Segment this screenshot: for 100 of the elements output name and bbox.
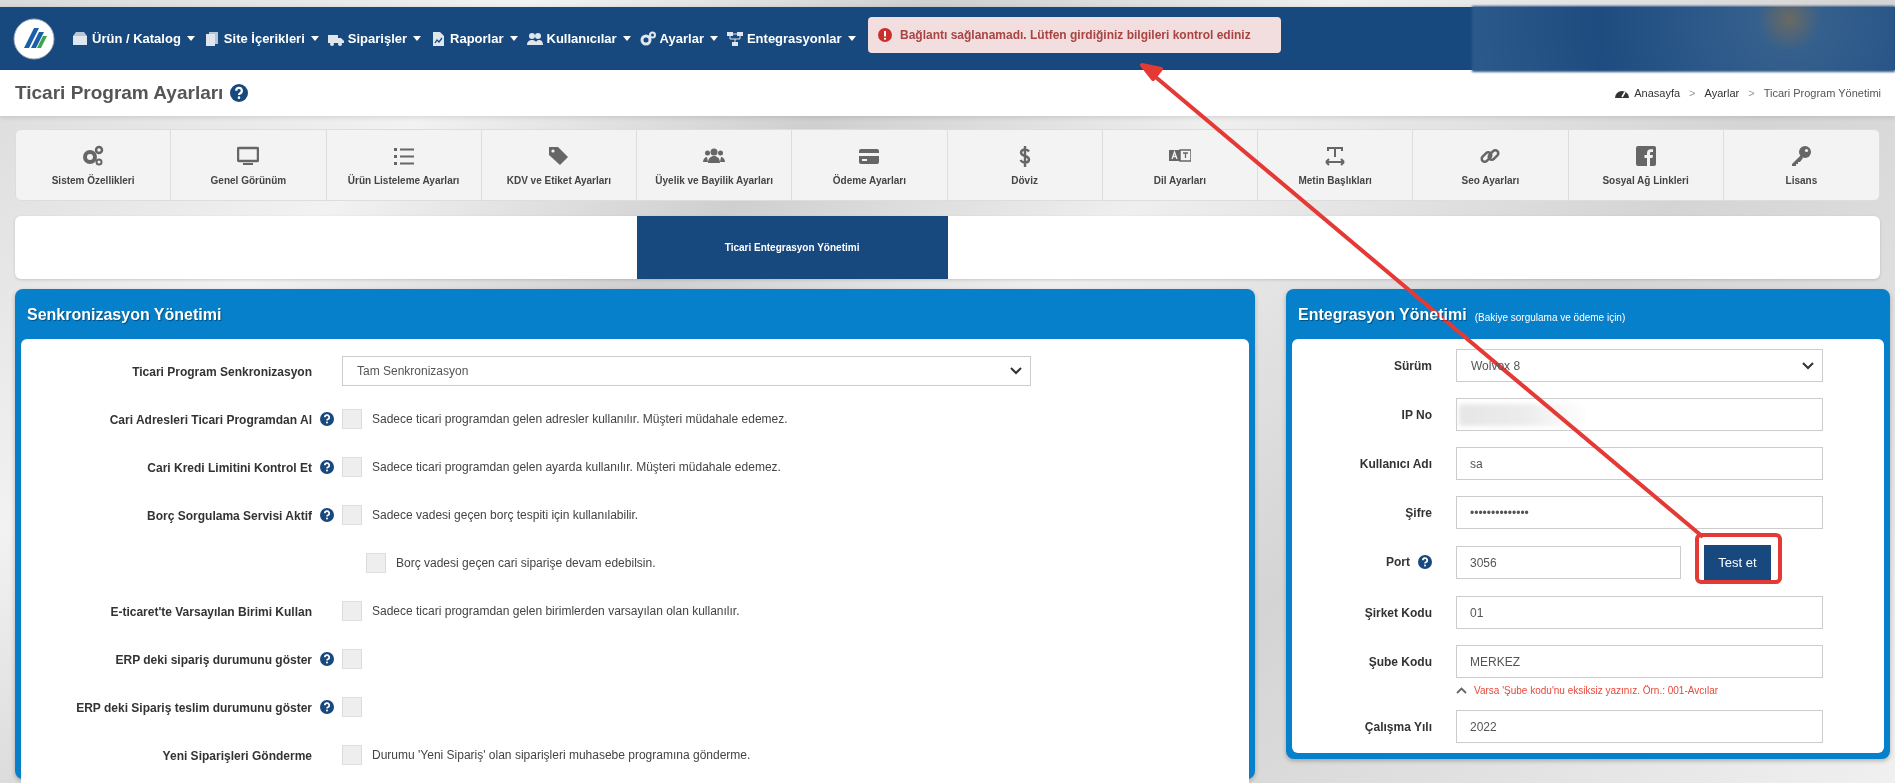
page-title: Ticari Program Ayarları [15,82,224,104]
help-icon [230,84,249,102]
field-label: ERP deki Sipariş teslim durumunu göster [76,701,312,715]
alert-message: Bağlantı sağlanamadı. Lütfen girdiğiniz bilgileri kontrol ediniz [900,28,1251,42]
field-label: Yeni Siparişleri Gönderme [162,749,312,763]
settings-tab[interactable]: Üyelik ve Bayilik Ayarları [637,130,793,200]
settings-tab[interactable]: Lisans [1723,130,1879,200]
field-label: Şirket Kodu [1364,605,1432,620]
sub-tab[interactable]: Ticari Entegrasyon Yönetimi [636,216,948,279]
field-label: ERP deki sipariş durumunu göster [115,653,312,667]
tab-label: Genel Görünüm [210,174,287,186]
key-icon [1790,144,1813,167]
nav-menu-item[interactable]: Kullanıcılar [526,30,631,47]
error-icon [878,28,892,42]
option-description: Sadece ticari programdan gelen adresler kullanılır. Müşteri müdahale edemez. [372,412,788,426]
text-width-icon [1324,144,1347,167]
option-description: Borç vadesi geçen cari siparişe devam edebilsin. [396,556,656,570]
checkbox[interactable] [342,505,362,525]
nav-menu-item[interactable]: Ürün / Katalog [72,30,195,47]
field-label: Cari Kredi Limitini Kontrol Et [147,461,312,475]
breadcrumb-separator: > [1689,87,1696,99]
facebook-icon [1634,144,1657,167]
breadcrumb-link[interactable]: Anasayfa [1634,87,1681,99]
checkbox[interactable] [342,649,362,669]
field-label: Sürüm [1394,358,1432,373]
dropdown-field[interactable]: Tam Senkronizasyon [342,356,1031,386]
tab-label: Ödeme Ayarları [832,174,906,186]
tags-icon [547,144,570,167]
panel-title: Senkronizasyon Yönetimi [27,306,222,324]
nav-menu-item[interactable]: Siparişler [327,30,422,47]
tab-label: Sosyal Ağ Linkleri [1602,174,1689,186]
checkbox[interactable] [366,553,386,573]
documents-icon [203,30,220,47]
input-field[interactable]: MERKEZ [1456,645,1823,678]
tab-label: Sistem Özellikleri [51,174,135,186]
caret-icon [622,36,631,41]
input-field[interactable]: 3056 [1456,546,1681,579]
settings-tab[interactable]: Seo Ayarları [1413,130,1569,200]
field-label: Çalışma Yılı [1364,719,1432,734]
checkbox[interactable] [342,745,362,765]
logo-icon [13,17,55,60]
field-label: Şube Kodu [1368,654,1432,669]
breadcrumb-link[interactable]: Ayarlar [1704,87,1740,99]
tab-label: Metin Başlıkları [1298,174,1372,186]
field-label: Port [1386,554,1410,569]
settings-tab[interactable]: KDV ve Etiket Ayarları [481,130,637,200]
settings-tab[interactable]: Döviz [947,130,1103,200]
checkbox[interactable] [342,409,362,429]
field-hint: Varsa 'Şube kodu'nu eksiksiz yazınız. Örn.: 001-Avcılar [1474,684,1719,696]
option-description: Sadece vadesi geçen borç tespiti için kullanılabilir. [372,508,639,522]
field-label: Şifre [1405,505,1432,520]
nav-menu-item[interactable]: Entegrasyonlar [726,30,856,47]
field-label: Borç Sorgulama Servisi Aktif [147,509,312,523]
option-description: Sadece ticari programdan gelen ayarda kullanılır. Müşteri müdahale edemez. [372,460,781,474]
checkbox[interactable] [342,457,362,477]
input-field[interactable]: 01 [1456,596,1823,629]
option-description: Sadece ticari programdan gelen birimlerden varsayılan olan kullanılır. [372,604,740,618]
option-description: Durumu 'Yeni Sipariş' olan siparişleri muhasebe programına gönderme. [372,748,751,762]
gears-icon [82,144,105,167]
input-field[interactable]: •••••••••••••• [1456,496,1823,529]
breadcrumb-separator: > [1748,87,1755,99]
users-icon [526,30,543,47]
tab-label: Seo Ayarları [1461,174,1520,186]
field-label: Cari Adresleri Ticari Programdan Al [109,413,312,427]
nav-menu-item[interactable]: Raporlar [430,30,518,47]
tab-label: KDV ve Etiket Ayarları [506,174,612,186]
checkbox[interactable] [342,697,362,717]
input-field[interactable] [1456,398,1823,431]
chevron-down-icon [1802,361,1814,370]
caret-icon [847,36,856,41]
settings-tab[interactable]: Sosyal Ağ Linkleri [1568,130,1724,200]
caret-icon [413,36,422,41]
monitor-icon [237,144,260,167]
settings-tab[interactable]: Genel Görünüm [171,130,327,200]
caret-icon [186,36,195,41]
tab-label: Lisans [1785,174,1818,186]
field-label: E-ticaret'te Varsayılan Birimi Kullan [110,605,312,619]
caret-icon [310,36,319,41]
tab-label: Ürün Listeleme Ayarları [347,174,460,186]
report-icon [430,30,447,47]
test-button[interactable]: Test et [1704,545,1771,580]
field-label: Kullanıcı Adı [1359,456,1432,471]
input-field[interactable]: 2022 [1456,710,1823,743]
settings-tab[interactable]: Ürün Listeleme Ayarları [326,130,482,200]
tab-label: Üyelik ve Bayilik Ayarları [655,174,773,186]
gears-icon [639,30,656,47]
input-field[interactable]: sa [1456,447,1823,480]
field-label: IP No [1401,407,1432,422]
caret-icon [509,36,518,41]
field-label: Ticari Program Senkronizasyon [132,365,312,379]
nav-menu-item[interactable]: Ayarlar [639,30,718,47]
boxes-icon [72,30,88,47]
panel-subtitle: (Bakiye sorgulama ve ödeme için) [1474,311,1626,323]
settings-tab[interactable]: Sistem Özellikleri [16,130,172,200]
settings-tab[interactable]: Ödeme Ayarları [792,130,948,200]
nav-menu-item[interactable]: Site İçerikleri [203,30,319,47]
tab-label: Dil Ayarları [1153,174,1206,186]
checkbox[interactable] [342,601,362,621]
breadcrumb-current: Ticari Program Yönetimi [1763,87,1881,99]
caret-icon [709,36,718,41]
